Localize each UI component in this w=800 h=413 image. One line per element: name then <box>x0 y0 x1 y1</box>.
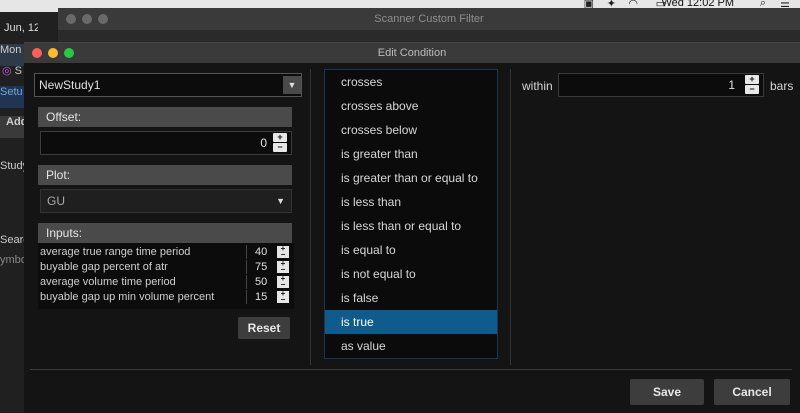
decrement-icon[interactable]: − <box>273 143 287 152</box>
condition-item[interactable]: is less than or equal to <box>325 214 497 238</box>
scanner-title: Scanner Custom Filter <box>374 13 484 25</box>
divider <box>310 69 311 365</box>
close-icon[interactable] <box>32 48 42 58</box>
condition-item[interactable]: is false <box>325 286 497 310</box>
chevron-down-icon[interactable]: ▼ <box>283 76 301 94</box>
input-name: buyable gap up min volume percent <box>40 291 215 303</box>
minimize-icon[interactable] <box>82 14 92 24</box>
plot-select[interactable]: GU ▼ <box>40 189 292 213</box>
offset-value: 0 <box>260 136 267 150</box>
condition-item[interactable]: is less than <box>325 190 497 214</box>
study-select[interactable]: NewStudy1 ▼ <box>34 73 302 97</box>
condition-item[interactable]: is not equal to <box>325 262 497 286</box>
condition-item[interactable]: is greater than or equal to <box>325 166 497 190</box>
plot-value: GU <box>47 194 65 208</box>
target-icon: ◎ <box>2 65 12 77</box>
input-value-field[interactable]: 50 + − <box>246 275 293 289</box>
offset-label: Offset: <box>38 107 292 127</box>
chevron-down-icon[interactable]: ▼ <box>276 190 285 212</box>
input-name: buyable gap percent of atr <box>40 261 168 273</box>
input-value-field[interactable]: 40 + − <box>246 245 293 259</box>
input-stepper[interactable]: + − <box>277 245 289 259</box>
input-value: 40 <box>255 246 268 258</box>
input-value: 75 <box>255 261 268 273</box>
input-row: buyable gap percent of atr 75 + − <box>38 260 294 275</box>
zoom-icon[interactable] <box>98 14 108 24</box>
within-stepper[interactable]: + − <box>745 75 759 95</box>
edit-titlebar: Edit Condition <box>24 43 800 63</box>
condition-item[interactable]: is equal to <box>325 238 497 262</box>
condition-item[interactable]: crosses below <box>325 118 497 142</box>
input-row: average true range time period 40 + − <box>38 245 294 260</box>
close-icon[interactable] <box>66 14 76 24</box>
input-name: average true range time period <box>40 246 191 258</box>
input-value-field[interactable]: 75 + − <box>246 260 293 274</box>
input-stepper[interactable]: + − <box>277 290 289 304</box>
bars-label: bars <box>770 79 794 93</box>
within-field[interactable]: 1 + − <box>558 73 764 97</box>
increment-icon[interactable]: + <box>273 133 287 142</box>
study-select-value: NewStudy1 <box>39 78 101 92</box>
reset-button[interactable]: Reset <box>238 317 290 339</box>
decrement-icon[interactable]: − <box>745 85 759 94</box>
bg-date: Jun, 12 12: <box>4 22 38 34</box>
window-title: Edit Condition <box>377 47 447 59</box>
input-stepper[interactable]: + − <box>277 260 289 274</box>
plot-section: Plot: <box>38 165 292 185</box>
offset-stepper[interactable]: + − <box>273 133 287 153</box>
zoom-icon[interactable] <box>64 48 74 58</box>
input-row: average volume time period 50 + − <box>38 275 294 290</box>
scanner-titlebar: Scanner Custom Filter <box>58 8 800 30</box>
input-value: 50 <box>255 276 268 288</box>
condition-item[interactable]: as value <box>325 334 497 358</box>
condition-item[interactable]: is true <box>325 310 497 334</box>
increment-icon[interactable]: + <box>745 75 759 84</box>
inputs-label: Inputs: <box>38 223 292 243</box>
condition-item[interactable]: crosses above <box>325 94 497 118</box>
input-name: average volume time period <box>40 276 176 288</box>
edit-condition-window: Edit Condition NewStudy1 ▼ Offset: 0 + −… <box>24 42 800 413</box>
condition-list: crosses crosses above crosses below is grea… <box>324 69 498 359</box>
input-stepper[interactable]: + − <box>277 275 289 289</box>
plot-label: Plot: <box>38 165 292 185</box>
footer-divider <box>30 369 792 370</box>
offset-field[interactable]: 0 + − <box>40 131 292 155</box>
divider <box>510 69 511 365</box>
minimize-icon[interactable] <box>48 48 58 58</box>
condition-item[interactable]: is greater than <box>325 142 497 166</box>
input-value-field[interactable]: 15 + − <box>246 290 293 304</box>
input-row: buyable gap up min volume percent 15 + − <box>38 290 294 305</box>
within-label: within <box>522 79 553 93</box>
inputs-section: Inputs: <box>38 223 292 243</box>
inputs-table: average true range time period 40 + − buyabl… <box>38 243 294 309</box>
within-value: 1 <box>728 78 735 92</box>
condition-item[interactable]: crosses <box>325 70 497 94</box>
input-value: 15 <box>255 291 268 303</box>
save-button[interactable]: Save <box>630 379 704 405</box>
cancel-button[interactable]: Cancel <box>714 379 790 405</box>
offset-section: Offset: <box>38 107 292 127</box>
